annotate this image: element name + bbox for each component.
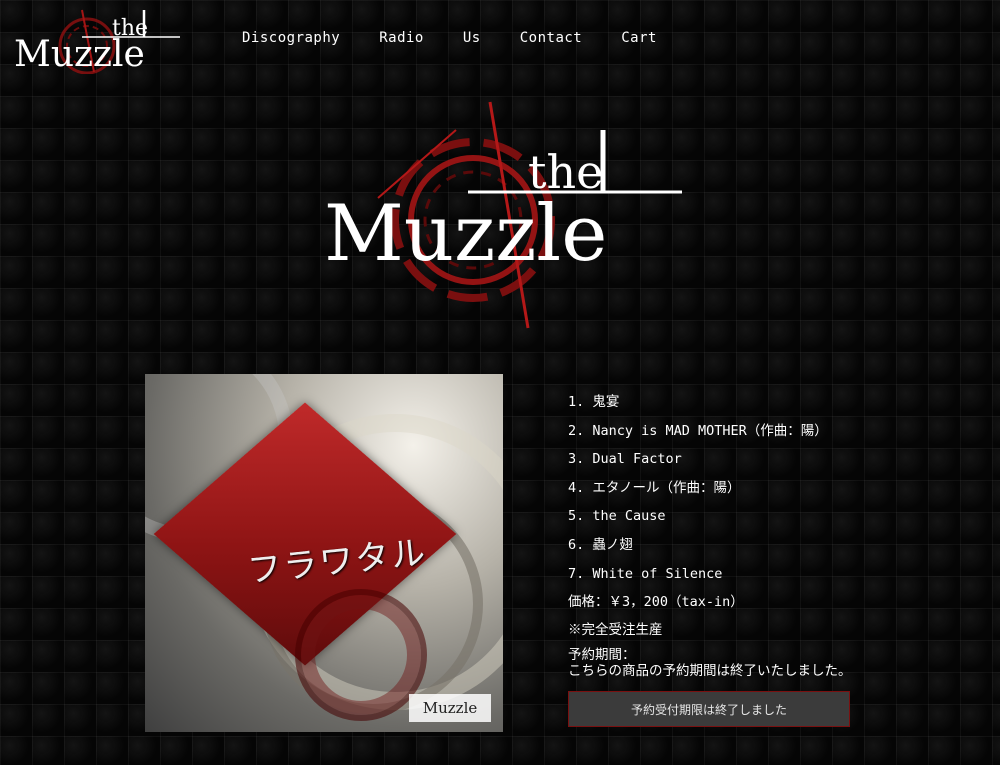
- cover-badge-name: Muzzle: [422, 699, 478, 717]
- reservation-period-label: 予約期間：: [568, 647, 636, 664]
- nav-contact[interactable]: Contact: [520, 30, 583, 46]
- track-item: 5. the Cause: [568, 508, 666, 525]
- hero-logo: the Muzzle: [318, 100, 688, 332]
- track-item: 7. White of Silence: [568, 565, 723, 582]
- header-logo-mark: the Muzzle: [14, 9, 180, 75]
- nav-discography[interactable]: Discography: [242, 30, 340, 46]
- track-item: 3. Dual Factor: [568, 451, 682, 468]
- track-item: 6. 蟲ノ翅: [568, 536, 633, 553]
- price-text: 価格：￥3，200（tax-in）: [568, 594, 744, 611]
- nav-us[interactable]: Us: [463, 30, 481, 46]
- track-item: 2. Nancy is MAD MOTHER（作曲：陽）: [568, 422, 828, 439]
- header-logo[interactable]: the Muzzle: [12, 8, 184, 75]
- main-nav: Discography Radio Us Contact Cart: [242, 30, 696, 46]
- hero-logo-name: Muzzle: [324, 189, 607, 279]
- hero-logo-mark: the Muzzle: [324, 101, 682, 329]
- nav-radio[interactable]: Radio: [379, 30, 424, 46]
- track-item: 4. エタノール（作曲：陽）: [568, 479, 741, 496]
- cover-logo-badge: Muzzle: [409, 694, 491, 722]
- track-item: 1. 鬼宴: [568, 394, 620, 410]
- header-logo-name: Muzzle: [14, 34, 145, 74]
- reservation-period-text: こちらの商品の予約期間は終了いたしました。: [568, 663, 852, 680]
- nav-cart[interactable]: Cart: [621, 30, 657, 46]
- order-note: ※完全受注生産: [568, 622, 663, 639]
- album-cover: フラワタル Muzzle: [145, 374, 503, 732]
- reservation-closed-button[interactable]: 予約受付期限は終了しました: [568, 691, 850, 727]
- cover-spiral: [295, 589, 427, 721]
- product-info: 1. 鬼宴 2. Nancy is MAD MOTHER（作曲：陽） 3. Du…: [568, 392, 852, 678]
